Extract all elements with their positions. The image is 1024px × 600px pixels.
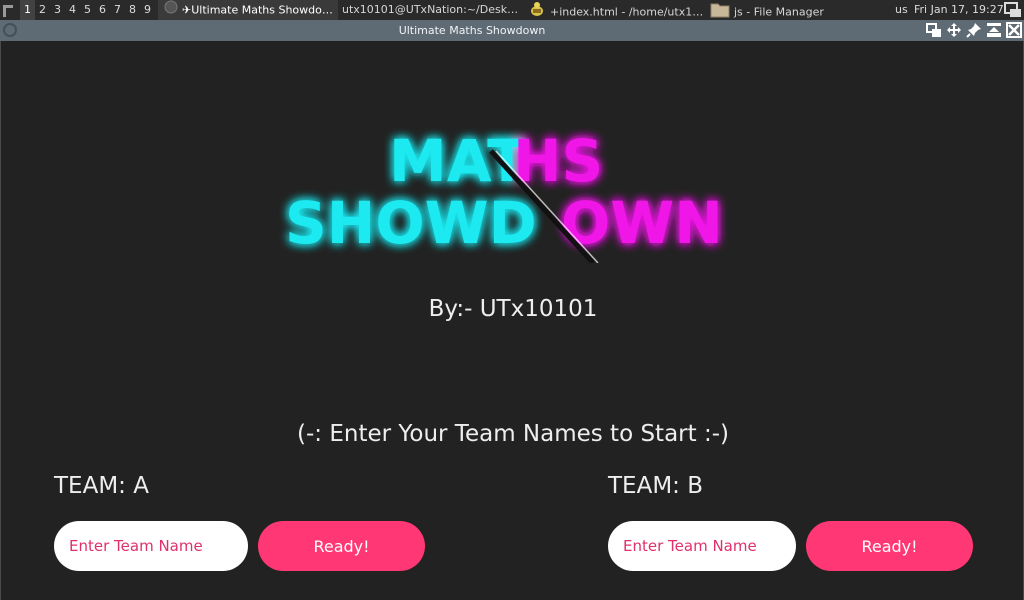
logo-line1-left: MAT	[389, 127, 527, 195]
author-byline: By:- UTx10101	[428, 296, 598, 322]
app-content: MAT HS SHOWD OWN By:- UTx10101 (-: Enter…	[0, 41, 1024, 600]
taskbar-item-browser[interactable]: ✈Ultimate Maths Showdo…	[158, 0, 338, 20]
workspace-3[interactable]: 3	[50, 0, 65, 20]
start-prompt: (-: Enter Your Team Names to Start :-)	[297, 421, 729, 447]
logo-line2-right: OWN	[561, 189, 723, 257]
browser-icon	[164, 0, 178, 20]
taskbar-item-file-manager[interactable]: js - File Manager	[710, 0, 890, 20]
taskbar-item-label: ✈Ultimate Maths Showdo…	[182, 3, 333, 17]
app-menu-icon[interactable]	[0, 0, 20, 20]
team-a-label: TEAM: A	[54, 473, 149, 499]
show-desktop-icon[interactable]	[1004, 2, 1022, 22]
keyboard-layout-indicator[interactable]: us	[895, 0, 908, 20]
folder-icon	[710, 0, 730, 20]
workspace-6[interactable]: 6	[95, 0, 110, 20]
move-icon[interactable]	[946, 22, 962, 38]
pin-icon[interactable]	[966, 22, 982, 38]
workspace-switcher: 1 2 3 4 5 6 7 8 9	[20, 0, 155, 20]
workspace-5[interactable]: 5	[80, 0, 95, 20]
team-b-ready-button[interactable]: Ready!	[806, 521, 973, 571]
workspace-8[interactable]: 8	[125, 0, 140, 20]
workspace-2[interactable]: 2	[35, 0, 50, 20]
workspace-1[interactable]: 1	[20, 0, 35, 20]
close-icon[interactable]	[1006, 22, 1022, 38]
taskbar-item-label: utx10101@UTxNation:~/Desk…	[342, 3, 519, 16]
restore-icon[interactable]	[926, 22, 942, 38]
team-b-label: TEAM: B	[608, 473, 703, 499]
window-controls	[926, 22, 1022, 39]
workspace-7[interactable]: 7	[110, 0, 125, 20]
logo-line2-left: SHOWD	[285, 189, 537, 257]
maths-showdown-logo: MAT HS SHOWD OWN	[285, 127, 723, 263]
workspace-4[interactable]: 4	[65, 0, 80, 20]
workspace-9[interactable]: 9	[140, 0, 155, 20]
text-editor-icon	[528, 0, 546, 20]
window-titlebar[interactable]: Ultimate Maths Showdown	[0, 20, 1024, 41]
taskbar-item-terminal[interactable]: utx10101@UTxNation:~/Desk…	[342, 0, 522, 20]
taskbar-item-label: js - File Manager	[734, 5, 824, 19]
team-b-name-input[interactable]	[608, 521, 796, 571]
taskbar-item-text-editor[interactable]: +index.html - /home/utx1…	[528, 0, 706, 20]
team-a-name-input[interactable]	[54, 521, 248, 571]
team-a-ready-button[interactable]: Ready!	[258, 521, 425, 571]
clock[interactable]: Fri Jan 17, 19:27	[914, 0, 1004, 20]
taskbar-item-label: +index.html - /home/utx1…	[550, 5, 704, 19]
window-title: Ultimate Maths Showdown	[398, 24, 546, 37]
maximize-icon[interactable]	[986, 22, 1002, 38]
top-panel: 1 2 3 4 5 6 7 8 9 ✈Ultimate Maths Showdo…	[0, 0, 1024, 20]
